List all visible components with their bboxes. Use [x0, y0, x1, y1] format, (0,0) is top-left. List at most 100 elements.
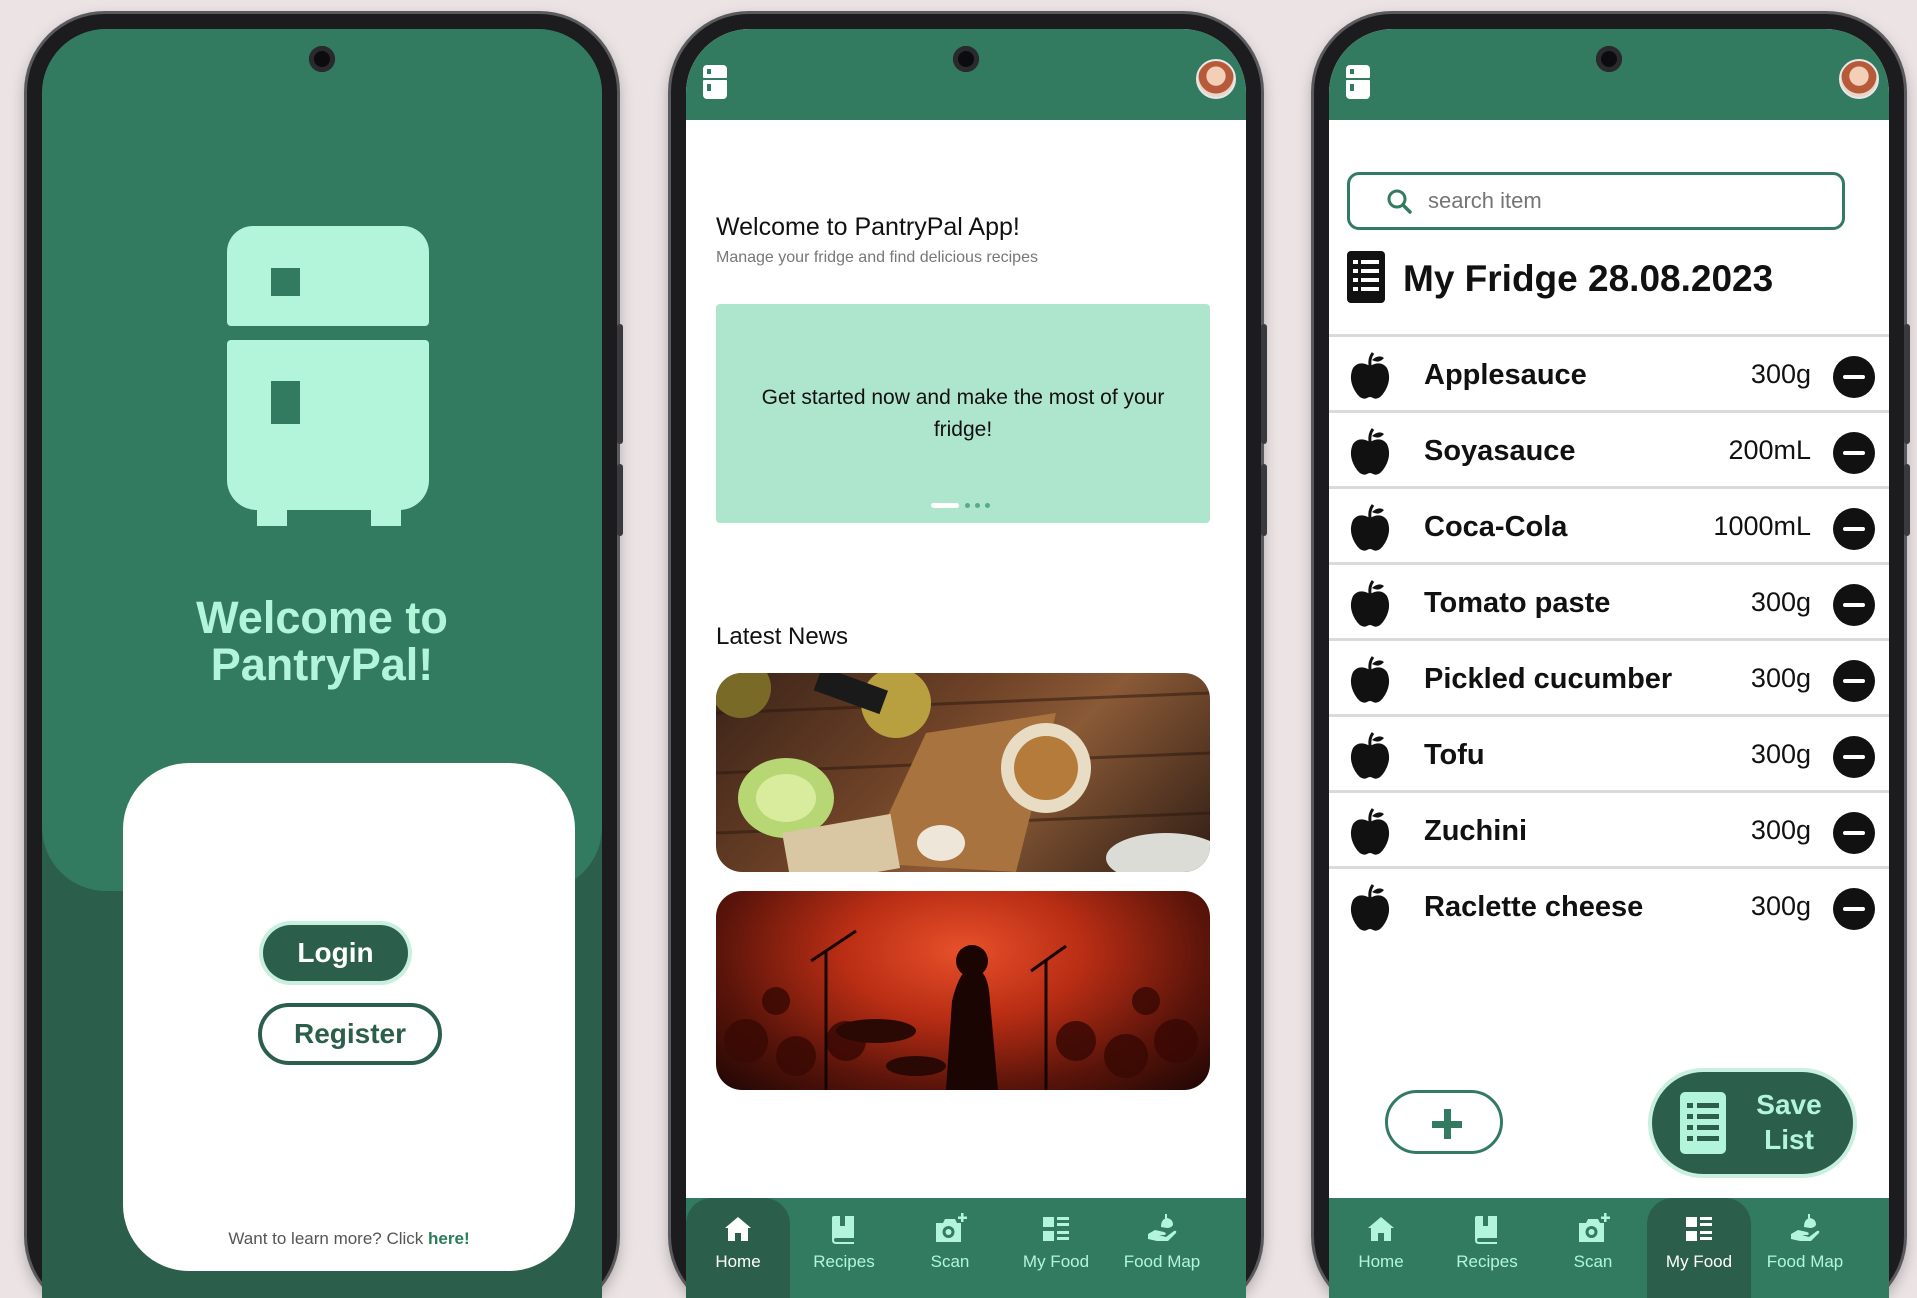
- user-avatar[interactable]: [1839, 59, 1879, 99]
- camera-icon: [1579, 1213, 1610, 1242]
- home-welcome-subtitle: Manage your fridge and find delicious re…: [716, 249, 1038, 266]
- remove-item-button[interactable]: [1833, 356, 1875, 398]
- nav-recipes-label: Recipes: [813, 1252, 875, 1271]
- apple-icon: [1350, 352, 1390, 399]
- item-name: Soyasauce: [1424, 435, 1576, 467]
- phone-home: Welcome to PantryPal App! Manage your fr…: [671, 14, 1267, 1298]
- front-camera: [309, 46, 335, 72]
- item-quantity: 300g: [1750, 587, 1811, 617]
- nav-scan[interactable]: Scan: [1541, 1198, 1645, 1298]
- carousel-dot[interactable]: [931, 503, 959, 508]
- item-quantity: 300g: [1750, 891, 1811, 921]
- nav-scan[interactable]: Scan: [898, 1198, 1002, 1298]
- search-bar[interactable]: [1347, 172, 1845, 230]
- login-button[interactable]: Login: [263, 925, 408, 981]
- remove-item-button[interactable]: [1833, 660, 1875, 702]
- apple-icon: [1350, 808, 1390, 855]
- nav-my-food[interactable]: My Food: [1004, 1198, 1108, 1298]
- list-item[interactable]: Applesauce 300g: [1329, 334, 1889, 418]
- hand-share-icon: [1791, 1214, 1820, 1241]
- item-quantity: 1000mL: [1713, 511, 1811, 541]
- carousel-dot[interactable]: [985, 503, 990, 508]
- front-camera: [1596, 46, 1622, 72]
- apple-icon: [1350, 504, 1390, 551]
- news-card-concert[interactable]: [716, 891, 1210, 1090]
- nav-recipes-label: Recipes: [1456, 1252, 1518, 1271]
- home-screen: Welcome to PantryPal App! Manage your fr…: [686, 29, 1246, 1298]
- list-item[interactable]: Pickled cucumber 300g: [1329, 638, 1889, 722]
- item-quantity: 200mL: [1728, 435, 1811, 465]
- remove-item-button[interactable]: [1833, 888, 1875, 930]
- list-item[interactable]: Coca-Cola 1000mL: [1329, 486, 1889, 570]
- nav-my-food[interactable]: My Food: [1647, 1198, 1751, 1298]
- intro-carousel[interactable]: Get started now and make the most of you…: [716, 304, 1210, 523]
- document-list-icon: [1680, 1092, 1726, 1154]
- bottom-nav: Home Recipes Scan My Food Food Map: [1329, 1198, 1889, 1298]
- home-icon: [725, 1217, 751, 1241]
- list-item[interactable]: Zuchini 300g: [1329, 790, 1889, 874]
- home-welcome-title: Welcome to PantryPal App!: [716, 213, 1020, 241]
- fridge-title-text: My Fridge 28.08.2023: [1403, 258, 1774, 299]
- list-item[interactable]: Tomato paste 300g: [1329, 562, 1889, 646]
- user-avatar[interactable]: [1196, 59, 1236, 99]
- remove-item-button[interactable]: [1833, 584, 1875, 626]
- carousel-dot[interactable]: [965, 503, 970, 508]
- app-header: [686, 29, 1246, 120]
- apple-icon: [1350, 580, 1390, 627]
- home-icon: [1368, 1217, 1394, 1241]
- apple-icon: [1350, 884, 1390, 931]
- news-card-food[interactable]: [716, 673, 1210, 872]
- nav-home[interactable]: Home: [1329, 1198, 1433, 1298]
- nav-food-map[interactable]: Food Map: [1110, 1198, 1214, 1298]
- remove-item-button[interactable]: [1833, 432, 1875, 474]
- login-card: Login Register Want to learn more? Click…: [123, 763, 575, 1271]
- power-button: [1904, 324, 1910, 444]
- item-quantity: 300g: [1750, 663, 1811, 693]
- item-name: Pickled cucumber: [1424, 663, 1673, 695]
- learn-more-link[interactable]: here!: [428, 1229, 470, 1248]
- item-quantity: 300g: [1750, 739, 1811, 769]
- list-icon: [1043, 1217, 1069, 1241]
- fridge-icon: [227, 226, 429, 530]
- item-name: Raclette cheese: [1424, 891, 1644, 923]
- nav-home-label: Home: [1358, 1252, 1404, 1271]
- save-list-button[interactable]: Save List: [1652, 1072, 1853, 1174]
- nav-scan-label: Scan: [1573, 1252, 1613, 1271]
- item-name: Tofu: [1424, 739, 1485, 771]
- search-icon: [1387, 189, 1412, 214]
- list-item[interactable]: Tofu 300g: [1329, 714, 1889, 798]
- book-icon: [832, 1216, 854, 1244]
- nav-recipes[interactable]: Recipes: [792, 1198, 896, 1298]
- list-icon: [1686, 1217, 1712, 1241]
- carousel-dot[interactable]: [975, 503, 980, 508]
- fridge-screen: My Fridge 28.08.2023 Applesauce 300g Soy…: [1329, 29, 1889, 1298]
- nav-scan-label: Scan: [930, 1252, 970, 1271]
- latest-news-title: Latest News: [716, 623, 849, 650]
- list-item[interactable]: Soyasauce 200mL: [1329, 410, 1889, 494]
- item-name: Coca-Cola: [1424, 511, 1568, 543]
- phone-login: Welcome to PantryPal! Login Register Wan…: [27, 14, 623, 1298]
- register-button[interactable]: Register: [258, 1003, 442, 1065]
- nav-food-map[interactable]: Food Map: [1753, 1198, 1857, 1298]
- item-quantity: 300g: [1750, 359, 1811, 389]
- volume-button: [617, 464, 623, 536]
- remove-item-button[interactable]: [1833, 736, 1875, 778]
- learn-more-label: Want to learn more? Click: [228, 1229, 429, 1248]
- fridge-item-list[interactable]: Applesauce 300g Soyasauce 200mL Coca-Col…: [1329, 334, 1889, 1067]
- remove-item-button[interactable]: [1833, 508, 1875, 550]
- learn-more-text: Want to learn more? Click here!: [123, 1229, 575, 1249]
- fridge-icon[interactable]: [1346, 65, 1370, 99]
- camera-icon: [936, 1213, 967, 1242]
- remove-item-button[interactable]: [1833, 812, 1875, 854]
- search-input[interactable]: [1428, 183, 1818, 219]
- list-item[interactable]: Raclette cheese 300g: [1329, 866, 1889, 950]
- nav-recipes[interactable]: Recipes: [1435, 1198, 1539, 1298]
- nav-my-food-label: My Food: [1665, 1252, 1733, 1271]
- login-hero: Welcome to PantryPal!: [42, 29, 602, 891]
- volume-button: [1904, 464, 1910, 536]
- banner-text: Get started now and make the most of you…: [761, 386, 1165, 441]
- fridge-icon[interactable]: [703, 65, 727, 99]
- power-button: [617, 324, 623, 444]
- add-item-button[interactable]: [1385, 1090, 1503, 1154]
- nav-home[interactable]: Home: [686, 1198, 790, 1298]
